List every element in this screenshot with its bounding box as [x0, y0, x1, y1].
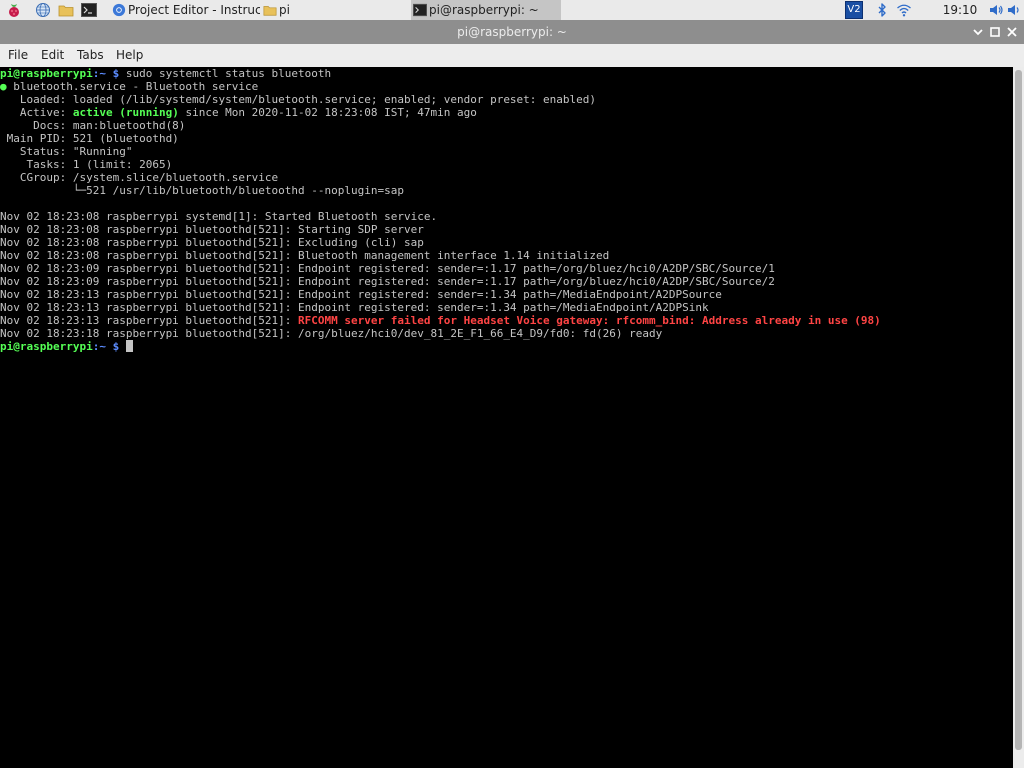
- log-line: Nov 02 18:23:18 raspberrypi bluetoothd[5…: [0, 327, 663, 340]
- command-text: sudo systemctl status bluetooth: [125, 67, 332, 80]
- menu-help[interactable]: Help: [116, 44, 143, 67]
- task-file-manager[interactable]: pi: [261, 0, 409, 20]
- log-line: Nov 02 18:23:13 raspberrypi bluetoothd[5…: [0, 288, 722, 301]
- error-message: RFCOMM server failed for Headset Voice g…: [298, 314, 881, 327]
- minimize-icon[interactable]: [970, 24, 986, 40]
- microphone-volume-icon[interactable]: [1006, 2, 1022, 18]
- terminal-icon: [413, 3, 427, 17]
- terminal-output[interactable]: pi@raspberrypi:~ $ sudo systemctl status…: [0, 67, 1013, 768]
- prompt-dollar: $: [105, 67, 126, 80]
- prompt-path: :~: [92, 67, 106, 80]
- task-label: pi: [279, 3, 290, 17]
- raspberry-menu-icon[interactable]: [6, 2, 22, 18]
- task-label: Project Editor - Instructa...: [128, 3, 260, 17]
- active-label: Active:: [0, 106, 73, 119]
- unit-line: ● bluetooth.service - Bluetooth service: [0, 80, 1013, 93]
- menu-bar: File Edit Tabs Help: [0, 44, 1024, 68]
- menu-file[interactable]: File: [8, 44, 28, 67]
- web-browser-icon[interactable]: [35, 2, 51, 18]
- scrollbar-thumb[interactable]: [1015, 70, 1022, 750]
- prompt-path: :~: [92, 340, 106, 353]
- task-chromium[interactable]: Project Editor - Instructa...: [110, 0, 260, 20]
- error-log-line: Nov 02 18:23:13 raspberrypi bluetoothd[5…: [0, 314, 1013, 327]
- active-status: active (running): [72, 106, 179, 119]
- prompt-user: pi@raspberrypi: [0, 67, 93, 80]
- window-title: pi@raspberrypi: ~: [457, 25, 567, 39]
- active-since: since Mon 2020-11-02 18:23:08 IST; 47min…: [178, 106, 477, 119]
- current-prompt-line: pi@raspberrypi:~ $: [0, 340, 1013, 353]
- bluetooth-icon[interactable]: [874, 2, 890, 18]
- window-titlebar[interactable]: pi@raspberrypi: ~: [0, 20, 1024, 44]
- mainpid-line: Main PID: 521 (bluetoothd): [0, 132, 179, 145]
- cgroup-child-line: └─521 /usr/lib/bluetooth/bluetoothd --no…: [0, 184, 404, 197]
- close-icon[interactable]: [1004, 24, 1020, 40]
- menu-edit[interactable]: Edit: [41, 44, 64, 67]
- terminal-scrollbar[interactable]: [1013, 67, 1024, 768]
- prompt-user: pi@raspberrypi: [0, 340, 93, 353]
- folder-icon: [263, 6, 277, 16]
- log-line: Nov 02 18:23:08 raspberrypi bluetoothd[5…: [0, 236, 424, 249]
- wifi-icon[interactable]: [896, 2, 912, 18]
- status-line: Status: "Running": [0, 145, 133, 158]
- log-line: Nov 02 18:23:08 raspberrypi bluetoothd[5…: [0, 223, 424, 236]
- active-line: Active: active (running) since Mon 2020-…: [0, 106, 1013, 119]
- log-line: Nov 02 18:23:09 raspberrypi bluetoothd[5…: [0, 262, 775, 275]
- taskbar: Project Editor - Instructa... pi pi@rasp…: [0, 0, 1024, 21]
- log-line: Nov 02 18:23:08 raspberrypi bluetoothd[5…: [0, 249, 610, 262]
- vnc-label: V2: [847, 4, 861, 15]
- log-line: Nov 02 18:23:09 raspberrypi bluetoothd[5…: [0, 275, 775, 288]
- loaded-line: Loaded: loaded (/lib/systemd/system/blue…: [0, 93, 597, 106]
- terminal-launcher-icon[interactable]: [81, 2, 97, 18]
- menu-tabs[interactable]: Tabs: [77, 44, 104, 67]
- docs-line: Docs: man:bluetoothd(8): [0, 119, 186, 132]
- unit-name: bluetooth.service - Bluetooth service: [6, 80, 259, 93]
- status-dot-icon: ●: [0, 80, 7, 93]
- cgroup-line: CGroup: /system.slice/bluetooth.service: [0, 171, 279, 184]
- task-label: pi@raspberrypi: ~: [429, 3, 539, 17]
- error-prefix: Nov 02 18:23:13 raspberrypi bluetoothd[5…: [0, 314, 299, 327]
- log-line: Nov 02 18:23:13 raspberrypi bluetoothd[5…: [0, 301, 709, 314]
- file-manager-icon[interactable]: [58, 2, 74, 18]
- vnc-server-icon[interactable]: V2: [845, 1, 863, 19]
- task-terminal[interactable]: pi@raspberrypi: ~: [411, 0, 561, 20]
- clock[interactable]: 19:10: [938, 0, 982, 20]
- tasks-line: Tasks: 1 (limit: 2065): [0, 158, 173, 171]
- maximize-icon[interactable]: [987, 24, 1003, 40]
- text-cursor: [125, 340, 133, 352]
- log-line: Nov 02 18:23:08 raspberrypi systemd[1]: …: [0, 210, 438, 223]
- command-line: pi@raspberrypi:~ $ sudo systemctl status…: [0, 67, 1013, 80]
- chromium-icon: [112, 3, 126, 17]
- prompt-dollar: $: [105, 340, 126, 353]
- volume-icon[interactable]: [988, 2, 1004, 18]
